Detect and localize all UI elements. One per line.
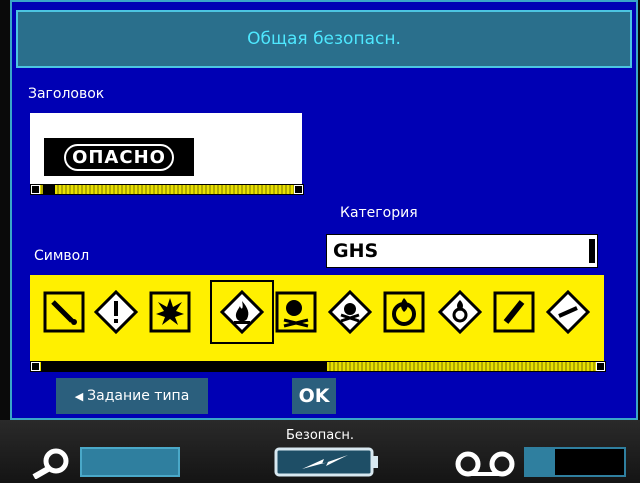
skull-pictogram-icon [275, 291, 317, 333]
category-label: Категория [340, 205, 418, 221]
gas-cylinder-diamond-pictogram-icon [546, 290, 590, 334]
flame-over-circle-pictogram-icon [438, 290, 482, 334]
tape-level-bar [524, 447, 626, 477]
symbol-option[interactable] [546, 290, 590, 334]
symbol-option[interactable] [492, 290, 536, 334]
danger-badge: ОПАСНО [44, 138, 194, 176]
category-select[interactable]: GHS [326, 234, 598, 268]
explosion-pictogram-icon [149, 291, 191, 333]
status-text: Безопасн. [285, 428, 355, 443]
symbol-option[interactable] [382, 290, 426, 334]
tape-cassette-icon [455, 451, 515, 477]
symbol-option[interactable] [438, 290, 482, 334]
symbol-option[interactable] [328, 290, 372, 334]
ok-button-label: OK [298, 385, 330, 407]
header-label: Заголовок [28, 86, 105, 102]
flame-pictogram-icon [220, 290, 264, 334]
gas-cylinder-pictogram-icon [493, 291, 535, 333]
oxidizer-pictogram-icon [383, 291, 425, 333]
symbol-scroll-thumb[interactable] [41, 362, 327, 371]
title-bar: Общая безопасн. [16, 10, 632, 68]
symbol-picker[interactable] [30, 275, 604, 371]
symbol-option[interactable] [94, 290, 138, 334]
dialog-title: Общая безопасн. [247, 29, 401, 49]
scroll-right-icon[interactable] [294, 185, 303, 194]
symbol-option[interactable] [274, 290, 318, 334]
symbol-label: Символ [34, 248, 90, 264]
header-preview[interactable]: ОПАСНО [30, 113, 302, 193]
back-button[interactable]: ◀ Задание типа [56, 378, 208, 414]
category-value: GHS [333, 240, 379, 262]
category-scroll-indicator [589, 239, 595, 263]
symbol-scrollbar[interactable] [30, 361, 606, 372]
zoom-icon[interactable] [30, 445, 74, 479]
exclamation-pictogram-icon [94, 290, 138, 334]
scroll-left-icon[interactable] [31, 185, 40, 194]
symbol-option-selected[interactable] [210, 280, 274, 344]
symbol-option[interactable] [148, 290, 192, 334]
danger-badge-text: ОПАСНО [64, 143, 174, 171]
corrosion-pictogram-icon [43, 291, 85, 333]
scroll-left-icon[interactable] [31, 362, 40, 371]
symbol-option[interactable] [42, 290, 86, 334]
ok-button[interactable]: OK [292, 378, 336, 414]
battery-charging-icon [274, 447, 378, 477]
scroll-right-icon[interactable] [596, 362, 605, 371]
preview-scrollbar[interactable] [30, 184, 304, 195]
preview-scroll-thumb[interactable] [43, 185, 55, 194]
back-arrow-icon: ◀ [74, 389, 84, 403]
toxic-pictogram-icon [328, 290, 372, 334]
zoom-level-bar[interactable] [80, 447, 180, 477]
back-button-label: Задание типа [87, 388, 190, 404]
tape-level-fill [526, 449, 556, 475]
